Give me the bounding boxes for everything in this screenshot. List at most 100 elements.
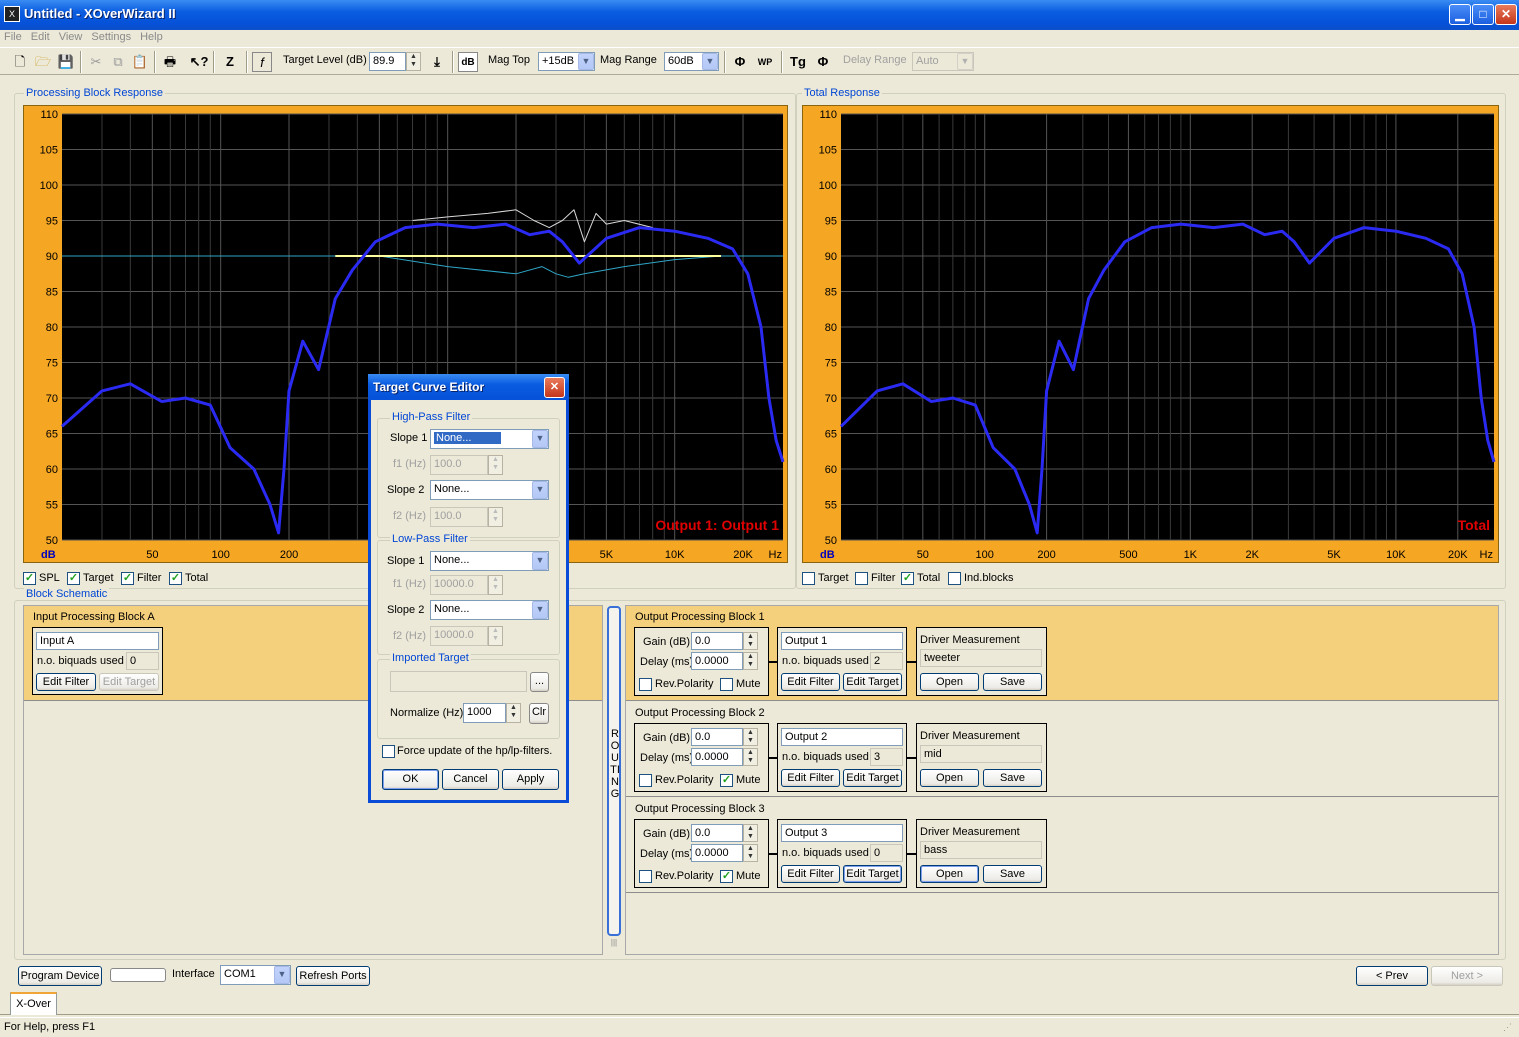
checkbox-target[interactable] xyxy=(802,572,815,585)
lp-slope1-select[interactable]: None... ▼ xyxy=(430,551,549,571)
checkbox-ind-blocks[interactable] xyxy=(948,572,961,585)
open-measurement-button[interactable]: Open xyxy=(920,673,979,691)
program-device-button[interactable]: Program Device xyxy=(18,966,102,986)
mag-top-select[interactable]: +15dB ▼ xyxy=(538,52,595,71)
edit-filter-button[interactable]: Edit Filter xyxy=(781,865,840,883)
chevron-down-icon[interactable]: ▼ xyxy=(532,430,548,448)
mute-checkbox[interactable]: ✓ xyxy=(720,774,733,787)
browse-button[interactable]: ... xyxy=(530,672,549,692)
normalize-spinner[interactable]: ▲ ▼ xyxy=(506,703,521,723)
checkbox-spl[interactable]: ✓ xyxy=(23,572,36,585)
open-measurement-button[interactable]: Open xyxy=(920,865,979,883)
output-name-field[interactable]: Output 1 xyxy=(781,632,903,650)
edit-target-button[interactable]: Edit Target xyxy=(843,865,902,883)
refresh-ports-button[interactable]: Refresh Ports xyxy=(296,966,370,986)
new-file-icon[interactable]: 🗋 xyxy=(10,52,30,72)
chevron-down-icon[interactable]: ▼ xyxy=(274,966,290,984)
target-level-input[interactable]: 89.9 xyxy=(369,52,406,71)
edit-target-button[interactable]: Edit Target xyxy=(843,673,902,691)
phase-delay-icon[interactable]: Φ xyxy=(813,52,833,72)
chevron-down-icon[interactable]: ▼ xyxy=(532,552,548,570)
chevron-down-icon[interactable]: ▼ xyxy=(532,481,548,499)
rev-polarity-checkbox[interactable] xyxy=(639,870,652,883)
output-name-field[interactable]: Output 3 xyxy=(781,824,903,842)
target-curve-icon[interactable]: ⤓ xyxy=(427,52,447,72)
paste-icon[interactable]: 📋 xyxy=(130,52,150,72)
gain-input[interactable]: 0.0 xyxy=(691,824,743,842)
minimize-button[interactable]: ▁ xyxy=(1449,4,1471,25)
hp-slope1-select[interactable]: None... ▼ xyxy=(430,429,549,449)
output-name-field[interactable]: Output 2 xyxy=(781,728,903,746)
open-folder-icon[interactable]: 🗁 xyxy=(33,52,53,72)
target-level-spinner[interactable]: ▲ ▼ xyxy=(406,52,421,71)
apply-button[interactable]: Apply xyxy=(502,769,559,790)
maximize-button[interactable]: □ xyxy=(1472,4,1494,25)
group-delay-icon[interactable]: Tg xyxy=(788,52,808,72)
prev-button[interactable]: < Prev xyxy=(1356,966,1428,986)
force-update-checkbox[interactable] xyxy=(382,745,395,758)
delay-input[interactable]: 0.0000 xyxy=(691,652,743,670)
lock-target-icon[interactable]: f xyxy=(252,52,272,72)
mute-checkbox[interactable] xyxy=(720,678,733,691)
mag-range-select[interactable]: 60dB ▼ xyxy=(664,52,719,71)
chevron-down-icon[interactable]: ▼ xyxy=(532,601,548,619)
rev-polarity-checkbox[interactable] xyxy=(639,678,652,691)
edit-filter-button[interactable]: Edit Filter xyxy=(781,769,840,787)
print-icon[interactable]: 🖶 xyxy=(160,52,180,72)
menu-file[interactable]: File xyxy=(0,30,27,44)
copy-icon[interactable]: ⧉ xyxy=(108,52,128,72)
dialog-close-icon[interactable]: ✕ xyxy=(544,377,565,398)
db-toggle[interactable]: dB xyxy=(458,52,478,72)
wrap-phase-icon[interactable]: WP xyxy=(755,52,775,72)
zoom-icon[interactable]: Z xyxy=(220,52,240,72)
routing-button[interactable]: ROUTING xyxy=(607,606,621,936)
checkbox-total[interactable]: ✓ xyxy=(169,572,182,585)
gain-spinner[interactable]: ▲ ▼ xyxy=(743,824,758,842)
checkbox-filter[interactable] xyxy=(855,572,868,585)
delay-spinner[interactable]: ▲ ▼ xyxy=(743,844,758,862)
save-measurement-button[interactable]: Save xyxy=(983,865,1042,883)
save-measurement-button[interactable]: Save xyxy=(983,673,1042,691)
delay-input[interactable]: 0.0000 xyxy=(691,844,743,862)
hp-slope2-select[interactable]: None... ▼ xyxy=(430,480,549,500)
cut-icon[interactable]: ✂ xyxy=(86,52,106,72)
open-measurement-button[interactable]: Open xyxy=(920,769,979,787)
help-pointer-icon[interactable]: ↖? xyxy=(189,52,209,72)
input-edit-filter-button[interactable]: Edit Filter xyxy=(36,673,96,691)
gain-spinner[interactable]: ▲ ▼ xyxy=(743,728,758,746)
mute-checkbox[interactable]: ✓ xyxy=(720,870,733,883)
chevron-down-icon[interactable]: ▼ xyxy=(702,53,718,70)
tab-xover[interactable]: X-Over xyxy=(10,992,57,1015)
interface-select[interactable]: COM1 ▼ xyxy=(220,965,291,985)
delay-input[interactable]: 0.0000 xyxy=(691,748,743,766)
gain-input[interactable]: 0.0 xyxy=(691,632,743,650)
edit-target-button[interactable]: Edit Target xyxy=(843,769,902,787)
checkbox-target[interactable]: ✓ xyxy=(67,572,80,585)
checkbox-total[interactable]: ✓ xyxy=(901,572,914,585)
delay-spinner[interactable]: ▲ ▼ xyxy=(743,652,758,670)
delay-spinner[interactable]: ▲ ▼ xyxy=(743,748,758,766)
lp-slope2-select[interactable]: None... ▼ xyxy=(430,600,549,620)
close-button[interactable]: ✕ xyxy=(1495,4,1517,25)
checkbox-filter[interactable]: ✓ xyxy=(121,572,134,585)
save-measurement-button[interactable]: Save xyxy=(983,769,1042,787)
cancel-button[interactable]: Cancel xyxy=(442,769,499,790)
grip-icon[interactable]: ||| xyxy=(608,938,620,952)
menu-view[interactable]: View xyxy=(55,30,88,44)
phase-icon[interactable]: Φ xyxy=(730,52,750,72)
menu-edit[interactable]: Edit xyxy=(27,30,55,44)
total-chart[interactable]: 110 105 100 95 90 85 80 75 70 65 60 55 50 50 100 200 500… xyxy=(802,105,1499,563)
save-icon[interactable]: 💾 xyxy=(56,52,76,72)
gain-spinner[interactable]: ▲ ▼ xyxy=(743,632,758,650)
edit-filter-button[interactable]: Edit Filter xyxy=(781,673,840,691)
input-name-field[interactable]: Input A xyxy=(36,632,159,650)
gain-input[interactable]: 0.0 xyxy=(691,728,743,746)
normalize-input[interactable]: 1000 xyxy=(463,703,506,723)
menu-settings[interactable]: Settings xyxy=(87,30,136,44)
ok-button[interactable]: OK xyxy=(382,769,439,790)
menu-help[interactable]: Help xyxy=(136,30,168,44)
clear-button[interactable]: Clr xyxy=(529,703,549,724)
rev-polarity-checkbox[interactable] xyxy=(639,774,652,787)
chevron-down-icon[interactable]: ▼ xyxy=(578,53,594,70)
resize-grip-icon[interactable]: ⋰ xyxy=(1503,1022,1512,1033)
